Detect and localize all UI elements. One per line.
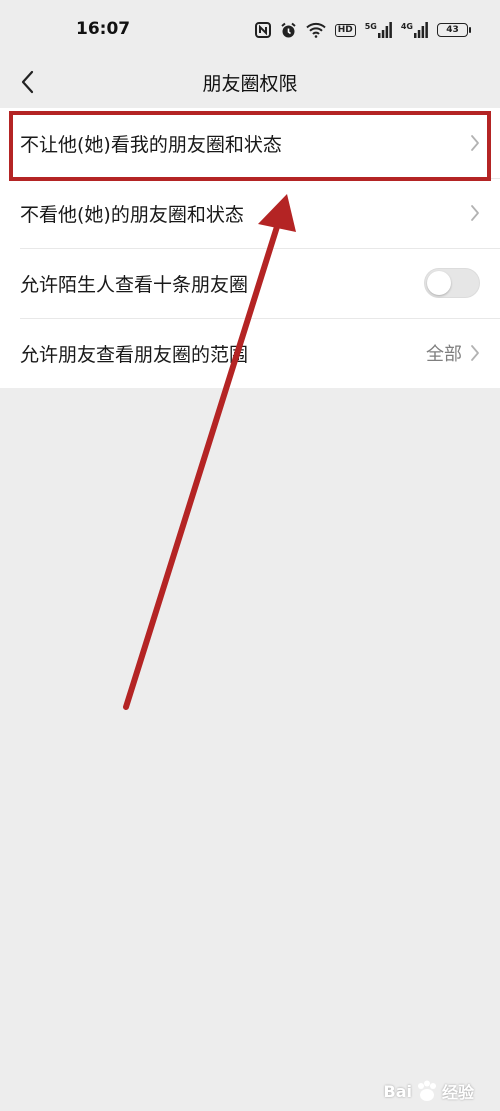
signal-icon: 4G <box>401 22 428 38</box>
status-time: 16:07 <box>76 19 131 39</box>
page-title: 朋友圈权限 <box>202 73 298 95</box>
settings-list: 不让他(她)看我的朋友圈和状态 不看他(她)的朋友圈和状态 允许陌生人查看十条朋… <box>0 108 500 388</box>
nfc-icon <box>254 22 271 38</box>
setting-stranger-ten-moments: 允许陌生人查看十条朋友圈 <box>0 248 500 318</box>
hd-icon: HD <box>334 23 356 37</box>
battery-icon: 43 <box>437 23 471 37</box>
setting-hide-their-moments[interactable]: 不看他(她)的朋友圈和状态 <box>0 178 500 248</box>
watermark-logo: Bai 经验 <box>383 1080 474 1102</box>
setting-label: 允许朋友查看朋友圈的范围 <box>20 343 249 366</box>
chevron-right-icon <box>470 204 480 222</box>
row-divider <box>20 318 500 319</box>
row-divider <box>20 178 500 179</box>
setting-label: 不看他(她)的朋友圈和状态 <box>20 203 244 226</box>
setting-label: 允许陌生人查看十条朋友圈 <box>20 273 249 296</box>
status-icons: HD 5G 4G 43 <box>254 19 471 41</box>
chevron-right-icon <box>470 344 480 362</box>
setting-value: 全部 <box>426 344 462 365</box>
paw-icon <box>417 1080 436 1101</box>
signal-icon: 5G <box>365 22 392 38</box>
alarm-icon <box>280 22 297 39</box>
row-divider <box>20 248 500 249</box>
toggle-knob <box>427 271 451 295</box>
setting-hide-my-moments[interactable]: 不让他(她)看我的朋友圈和状态 <box>0 108 500 178</box>
chevron-right-icon <box>470 134 480 152</box>
setting-friends-view-range[interactable]: 允许朋友查看朋友圈的范围 全部 <box>0 318 500 388</box>
setting-label: 不让他(她)看我的朋友圈和状态 <box>20 133 282 156</box>
nav-bar: 朋友圈权限 <box>0 62 500 108</box>
status-bar: 16:07 HD 5G 4G 43 <box>0 0 500 62</box>
stranger-view-toggle[interactable] <box>424 268 480 298</box>
wifi-icon <box>306 22 326 38</box>
